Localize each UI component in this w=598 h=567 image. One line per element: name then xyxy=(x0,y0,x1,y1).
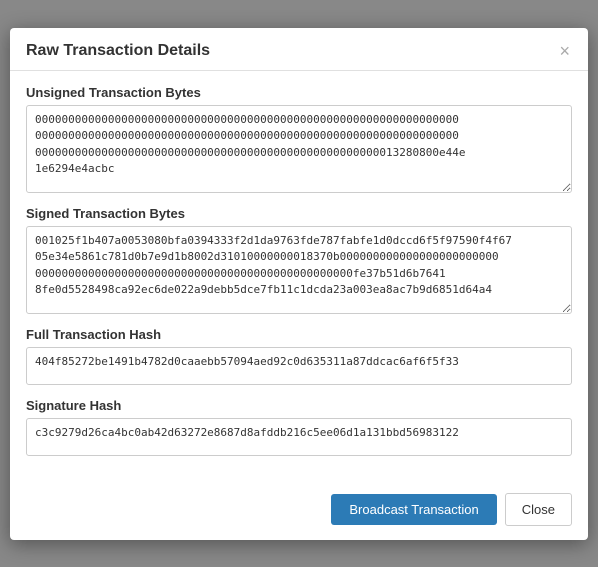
signed-label: Signed Transaction Bytes xyxy=(26,206,572,221)
broadcast-transaction-button[interactable]: Broadcast Transaction xyxy=(331,494,496,525)
signed-section: Signed Transaction Bytes xyxy=(26,206,572,317)
modal-footer: Broadcast Transaction Close xyxy=(10,483,588,540)
close-x-button[interactable]: × xyxy=(557,42,572,60)
modal-header: Raw Transaction Details × xyxy=(10,28,588,71)
full-hash-label: Full Transaction Hash xyxy=(26,327,572,342)
unsigned-label: Unsigned Transaction Bytes xyxy=(26,85,572,100)
unsigned-bytes-textarea[interactable] xyxy=(26,105,572,193)
modal-body: Unsigned Transaction Bytes Signed Transa… xyxy=(10,71,588,483)
full-hash-textarea[interactable] xyxy=(26,347,572,385)
signed-bytes-textarea[interactable] xyxy=(26,226,572,314)
close-button[interactable]: Close xyxy=(505,493,572,526)
modal-title: Raw Transaction Details xyxy=(26,42,210,60)
unsigned-section: Unsigned Transaction Bytes xyxy=(26,85,572,196)
sig-hash-textarea[interactable] xyxy=(26,418,572,456)
modal-overlay: Raw Transaction Details × Unsigned Trans… xyxy=(0,0,598,567)
sig-hash-section: Signature Hash xyxy=(26,398,572,459)
full-hash-section: Full Transaction Hash xyxy=(26,327,572,388)
sig-hash-label: Signature Hash xyxy=(26,398,572,413)
raw-transaction-modal: Raw Transaction Details × Unsigned Trans… xyxy=(10,28,588,540)
